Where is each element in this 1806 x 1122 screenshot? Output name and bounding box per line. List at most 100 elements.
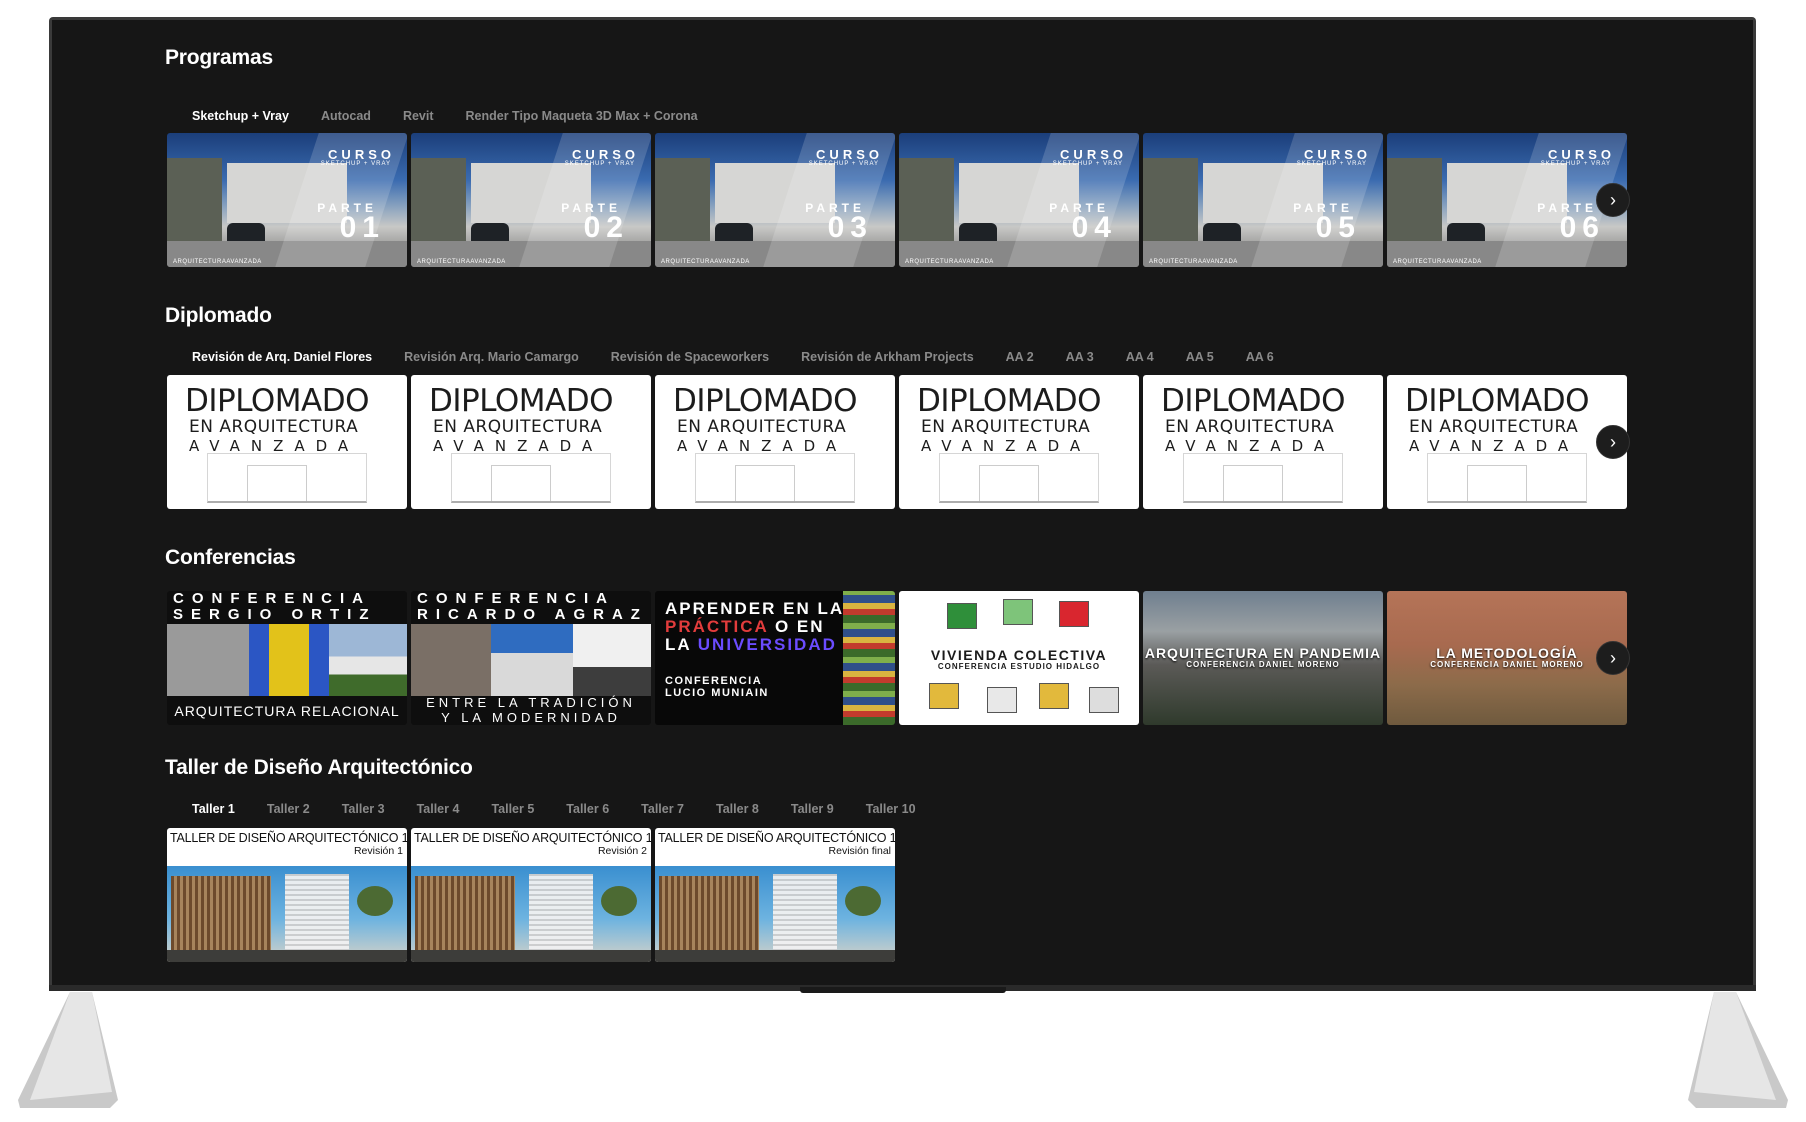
card-title: DIPLOMADO: [185, 383, 370, 419]
card-caption: ENTRE LA TRADICIÓN: [426, 695, 636, 710]
row-conferencias: CONFERENCIA SERGIO ORTIZ ARQUITECTURA RE…: [167, 591, 1627, 725]
video-card[interactable]: TALLER DE DISEÑO ARQUITECTÓNICO 1 Revisi…: [655, 828, 895, 962]
section-title-diplomado: Diplomado: [165, 304, 272, 327]
tab-revit[interactable]: Revit: [403, 109, 434, 123]
tabs-taller: Taller 1 Taller 2 Taller 3 Taller 4 Tall…: [192, 802, 948, 816]
tab-aa3[interactable]: AA 3: [1066, 350, 1094, 364]
diagram-block: [1003, 599, 1033, 625]
sketch-drawing: [735, 465, 795, 503]
building-image: [329, 624, 407, 696]
video-card[interactable]: CURSO SKETCHUP + VRAY PARTE 02 ARQUITECT…: [411, 133, 651, 267]
tabs-programas: Sketchup + Vray Autocad Revit Render Tip…: [192, 109, 730, 123]
tab-autocad[interactable]: Autocad: [321, 109, 371, 123]
card-footer: ARQUITECTURAAVANZADA: [417, 259, 506, 265]
video-card[interactable]: TALLER DE DISEÑO ARQUITECTÓNICO 1 Revisi…: [167, 828, 407, 962]
card-title: CONFERENCIA: [173, 591, 372, 607]
card-subtitle: Revisión 1: [353, 845, 403, 857]
row-diplomado: DIPLOMADO EN ARQUITECTURA AVANZADA DIPLOMA…: [167, 375, 1627, 509]
video-card[interactable]: DIPLOMADO EN ARQUITECTURA AVANZADA: [655, 375, 895, 509]
video-card[interactable]: DIPLOMADO EN ARQUITECTURA AVANZADA: [167, 375, 407, 509]
tab-taller-2[interactable]: Taller 2: [267, 802, 310, 816]
video-card[interactable]: TALLER DE DISEÑO ARQUITECTÓNICO 1 Revisi…: [411, 828, 651, 962]
card-title: TALLER DE DISEÑO ARQUITECTÓNICO 1: [170, 831, 407, 845]
building-image: [285, 874, 349, 954]
tab-revision-daniel-flores[interactable]: Revisión de Arq. Daniel Flores: [192, 350, 372, 364]
tab-aa6[interactable]: AA 6: [1246, 350, 1274, 364]
card-number: 06: [1559, 211, 1605, 244]
diagram-block: [929, 683, 959, 709]
card-subtitle2: AVANZADA: [1409, 437, 1580, 455]
video-card[interactable]: DIPLOMADO EN ARQUITECTURA AVANZADA: [899, 375, 1139, 509]
tab-taller-10[interactable]: Taller 10: [866, 802, 916, 816]
card-label: CURSO: [1304, 147, 1371, 162]
tree-image: [845, 886, 881, 916]
video-card[interactable]: ARQUITECTURA EN PANDEMIA CONFERENCIA DAN…: [1143, 591, 1383, 725]
tab-taller-9[interactable]: Taller 9: [791, 802, 834, 816]
card-label: CURSO: [1548, 147, 1615, 162]
tab-aa4[interactable]: AA 4: [1126, 350, 1154, 364]
tab-aa5[interactable]: AA 5: [1186, 350, 1214, 364]
tv-screen: Programas Sketchup + Vray Autocad Revit …: [52, 20, 1753, 986]
card-subtitle: CONFERENCIA: [665, 675, 763, 687]
building-image: [1143, 158, 1198, 243]
tab-taller-6[interactable]: Taller 6: [566, 802, 609, 816]
video-card[interactable]: VIVIENDA COLECTIVA CONFERENCIA ESTUDIO H…: [899, 591, 1139, 725]
card-subtitle: EN ARQUITECTURA: [1409, 417, 1579, 437]
card-title-line3: LA UNIVERSIDAD: [665, 635, 837, 655]
title-accent: PRÁCTICA: [665, 617, 769, 636]
card-sublabel: SKETCHUP + VRAY: [320, 161, 391, 167]
video-card[interactable]: CONFERENCIA SERGIO ORTIZ ARQUITECTURA RE…: [167, 591, 407, 725]
tab-taller-8[interactable]: Taller 8: [716, 802, 759, 816]
building-image: [899, 158, 954, 243]
tv-stand-left: [18, 992, 118, 1108]
card-label: CURSO: [328, 147, 395, 162]
video-card[interactable]: CURSO SKETCHUP + VRAY PARTE 05 ARQUITECT…: [1143, 133, 1383, 267]
card-sublabel: SKETCHUP + VRAY: [1052, 161, 1123, 167]
chevron-right-icon[interactable]: ›: [1596, 641, 1630, 675]
tab-revision-mario-camargo[interactable]: Revisión Arq. Mario Camargo: [404, 350, 579, 364]
card-subtitle2: AVANZADA: [433, 437, 604, 455]
sketch-drawing: [1223, 465, 1283, 503]
video-card[interactable]: LA METODOLOGÍA CONFERENCIA DANIEL MORENO: [1387, 591, 1627, 725]
tab-sketchup-vray[interactable]: Sketchup + Vray: [192, 109, 289, 123]
video-card[interactable]: CURSO SKETCHUP + VRAY PARTE 01 ARQUITECT…: [167, 133, 407, 267]
video-card[interactable]: CURSO SKETCHUP + VRAY PARTE 06 ARQUITECT…: [1387, 133, 1627, 267]
card-title: VIVIENDA COLECTIVA: [930, 647, 1108, 663]
tabs-diplomado: Revisión de Arq. Daniel Flores Revisión …: [192, 350, 1306, 364]
video-card[interactable]: CURSO SKETCHUP + VRAY PARTE 03 ARQUITECT…: [655, 133, 895, 267]
video-card[interactable]: CURSO SKETCHUP + VRAY PARTE 04 ARQUITECT…: [899, 133, 1139, 267]
tab-taller-3[interactable]: Taller 3: [342, 802, 385, 816]
card-title: LA METODOLOGÍA: [1436, 645, 1578, 661]
card-label: CURSO: [816, 147, 883, 162]
tab-revision-arkham[interactable]: Revisión de Arkham Projects: [801, 350, 974, 364]
tab-render-maqueta[interactable]: Render Tipo Maqueta 3D Max + Corona: [466, 109, 698, 123]
video-card[interactable]: APRENDER EN LA PRÁCTICA O EN LA UNIVERSI…: [655, 591, 895, 725]
portrait-image: [411, 624, 491, 696]
tab-aa2[interactable]: AA 2: [1006, 350, 1034, 364]
card-number: 03: [827, 211, 873, 244]
tab-taller-7[interactable]: Taller 7: [641, 802, 684, 816]
building-image: [249, 624, 329, 696]
diagram-block: [987, 687, 1017, 713]
books-image: [843, 591, 895, 725]
tab-revision-spaceworkers[interactable]: Revisión de Spaceworkers: [611, 350, 769, 364]
video-card[interactable]: CONFERENCIA RICARDO AGRAZ ENTRE LA TRADI…: [411, 591, 651, 725]
card-title: DIPLOMADO: [673, 383, 858, 419]
card-subtitle2: AVANZADA: [677, 437, 848, 455]
card-title: DIPLOMADO: [1405, 383, 1590, 419]
video-card[interactable]: DIPLOMADO EN ARQUITECTURA AVANZADA: [1143, 375, 1383, 509]
building-image: [655, 158, 710, 243]
building-image: [411, 158, 466, 243]
video-card[interactable]: DIPLOMADO EN ARQUITECTURA AVANZADA: [411, 375, 651, 509]
card-subtitle: CONFERENCIA DANIEL MORENO: [1430, 660, 1584, 669]
tab-taller-1[interactable]: Taller 1: [192, 802, 235, 816]
building-image: [529, 874, 593, 954]
tab-taller-5[interactable]: Taller 5: [491, 802, 534, 816]
card-sublabel: SKETCHUP + VRAY: [808, 161, 879, 167]
chevron-right-icon[interactable]: ›: [1596, 183, 1630, 217]
chevron-right-icon[interactable]: ›: [1596, 425, 1630, 459]
card-sublabel: SKETCHUP + VRAY: [564, 161, 635, 167]
tab-taller-4[interactable]: Taller 4: [417, 802, 460, 816]
building-image: [491, 624, 573, 696]
video-card[interactable]: DIPLOMADO EN ARQUITECTURA AVANZADA: [1387, 375, 1627, 509]
